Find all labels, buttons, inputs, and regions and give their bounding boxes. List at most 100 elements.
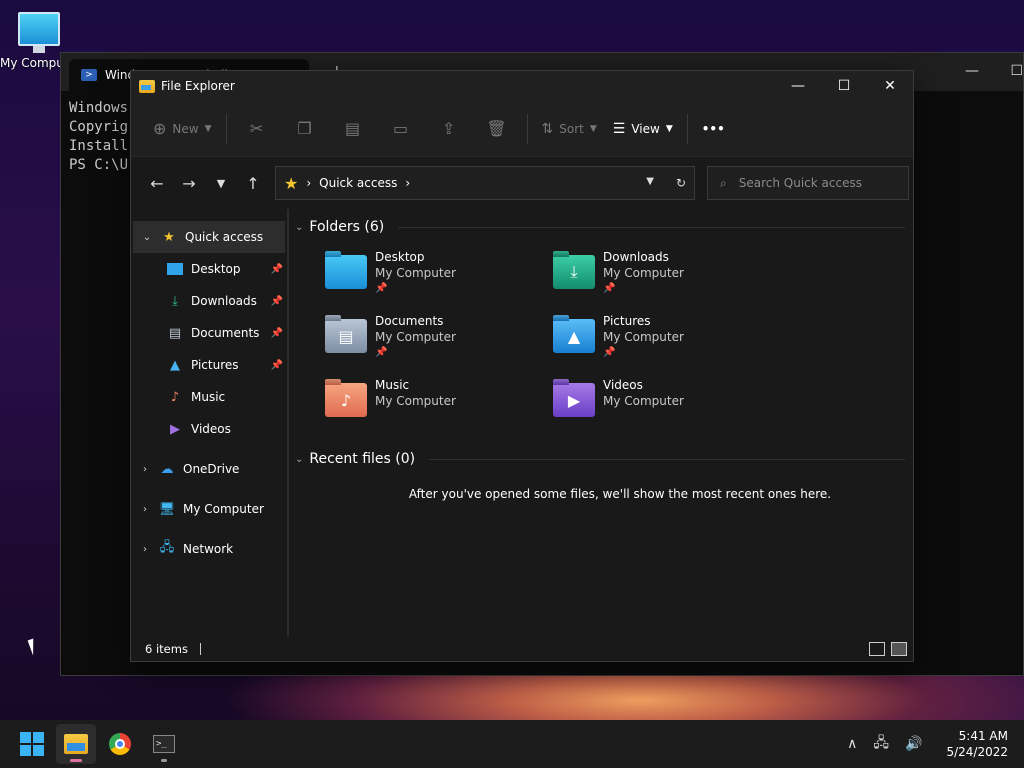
clock[interactable]: 5:41 AM 5/24/2022 (946, 728, 1008, 760)
item-count: 6 items (145, 642, 188, 656)
sidebar-item-pictures[interactable]: ▲ Pictures 📌 (131, 349, 287, 381)
running-indicator (161, 759, 167, 762)
taskbar-chrome[interactable] (100, 724, 140, 764)
chevron-down-icon[interactable]: ⌄ (133, 232, 161, 243)
sort-button[interactable]: ⇅ Sort ▼ (534, 113, 605, 145)
pin-icon: 📌 (603, 283, 616, 294)
maximize-button[interactable]: ☐ (821, 71, 867, 101)
minimize-icon[interactable]: — (965, 63, 979, 79)
search-input[interactable] (738, 176, 889, 190)
network-status-icon[interactable]: 🖧 (873, 732, 889, 756)
taskbar-file-explorer[interactable] (56, 724, 96, 764)
tiles-view-button[interactable] (891, 642, 907, 656)
recent-files-empty-message: After you've opened some files, we'll sh… (408, 487, 832, 501)
breadcrumb-quick-access[interactable]: Quick access (319, 176, 397, 190)
sidebar-item-my-computer[interactable]: › 🖥 My Computer (131, 493, 287, 525)
file-explorer-window[interactable]: File Explorer — ☐ ✕ ⊕ New ▼ ✂ ❐ ▤ ▭ ⇪ 🗑 … (130, 70, 914, 662)
close-button[interactable]: ✕ (867, 71, 913, 101)
pin-icon: 📌 (270, 359, 283, 371)
monitor-icon (18, 12, 60, 53)
window-title: File Explorer (161, 79, 235, 93)
chrome-icon (109, 733, 131, 755)
chevron-down-icon: ▼ (589, 123, 597, 134)
star-icon: ★ (163, 229, 175, 245)
sidebar-item-onedrive[interactable]: › ☁ OneDrive (131, 453, 287, 485)
folder-tile-videos[interactable]: ▶ Videos My Computer (553, 377, 781, 441)
more-options-button[interactable]: ••• (694, 113, 733, 145)
new-button[interactable]: ⊕ New ▼ (145, 113, 220, 145)
chevron-right-icon[interactable]: › (131, 544, 159, 555)
folder-location: My Computer (375, 330, 456, 344)
delete-button[interactable]: 🗑 (473, 113, 521, 145)
sidebar-item-label: Network (183, 542, 234, 556)
details-view-button[interactable] (869, 642, 885, 656)
windows-logo-icon (20, 732, 44, 756)
sidebar-item-documents[interactable]: ▤ Documents 📌 (131, 317, 287, 349)
pin-icon: 📌 (603, 347, 616, 358)
folder-tile-downloads[interactable]: ⤓ Downloads My Computer 📌 (553, 249, 781, 313)
address-bar[interactable]: ★ › Quick access › ▼ ↻ (275, 166, 695, 200)
folder-tile-documents[interactable]: ▤ Documents My Computer 📌 (325, 313, 553, 377)
taskbar-terminal[interactable]: >_ (144, 724, 184, 764)
back-button[interactable]: ← (141, 174, 173, 193)
explorer-titlebar[interactable]: File Explorer — ☐ ✕ (131, 71, 913, 101)
content-pane: ⌄ Folders (6) Desktop My Computer 📌 ⤓ Do… (289, 209, 913, 637)
taskbar: >_ ∧ 🖧 🔊 5:41 AM 5/24/2022 (0, 720, 1024, 768)
up-button[interactable]: ↑ (237, 174, 269, 193)
paste-button[interactable]: ▤ (329, 113, 377, 145)
minimize-button[interactable]: — (775, 71, 821, 101)
sidebar-item-music[interactable]: ♪ Music (131, 381, 287, 413)
search-box[interactable]: ⌕ (707, 166, 909, 200)
folder-tile-desktop[interactable]: Desktop My Computer 📌 (325, 249, 553, 313)
chevron-right-icon[interactable]: › (131, 464, 159, 475)
address-history-button[interactable]: ▼ (646, 176, 654, 190)
navigation-bar: ← → ▼ ↑ ★ › Quick access › ▼ ↻ ⌕ (131, 157, 913, 209)
maximize-icon[interactable]: ☐ (1010, 63, 1023, 79)
recent-files-section-header[interactable]: ⌄ Recent files (0) (295, 441, 905, 477)
sidebar-item-label: Quick access (185, 230, 264, 244)
minimize-icon: — (791, 78, 805, 94)
folder-tile-music[interactable]: ♪ Music My Computer (325, 377, 553, 441)
view-list-icon: ☰ (612, 120, 626, 137)
chevron-down-icon: ▼ (204, 123, 212, 134)
chevron-right-icon[interactable]: › (131, 504, 159, 515)
rename-button[interactable]: ▭ (377, 113, 425, 145)
arrow-left-icon: ← (150, 173, 164, 193)
downloads-folder-icon: ⤓ (553, 255, 595, 289)
sidebar-item-label: My Computer (183, 502, 264, 516)
clock-time: 5:41 AM (958, 729, 1008, 743)
sort-icon: ⇅ (541, 120, 554, 137)
copy-button[interactable]: ❐ (281, 113, 329, 145)
arrow-up-icon: ↑ (246, 173, 260, 193)
share-icon: ⇪ (441, 119, 456, 138)
command-bar: ⊕ New ▼ ✂ ❐ ▤ ▭ ⇪ 🗑 ⇅ Sort ▼ ☰ View ▼ ••… (131, 101, 913, 157)
forward-button[interactable]: → (173, 174, 205, 193)
refresh-icon[interactable]: ↻ (676, 176, 686, 190)
view-button[interactable]: ☰ View ▼ (605, 113, 681, 145)
sidebar-item-desktop[interactable]: Desktop 📌 (131, 253, 287, 285)
start-button[interactable] (12, 724, 52, 764)
chevron-down-icon: ⌄ (295, 221, 304, 233)
trash-icon: 🗑 (486, 119, 507, 138)
sidebar-item-network[interactable]: › 🖧 Network (131, 533, 287, 565)
clock-date: 5/24/2022 (946, 745, 1008, 759)
volume-icon[interactable]: 🔊 (905, 736, 922, 752)
sidebar-item-downloads[interactable]: ⤓ Downloads 📌 (131, 285, 287, 317)
chevron-up-icon[interactable]: ∧ (847, 736, 857, 752)
share-button[interactable]: ⇪ (425, 113, 473, 145)
sidebar-item-videos[interactable]: ▶ Videos (131, 413, 287, 445)
folder-name: Downloads (603, 250, 669, 264)
sidebar-item-quick-access[interactable]: ⌄ ★ Quick access (133, 221, 285, 253)
document-icon: ▤ (168, 325, 182, 341)
view-label: View (631, 121, 660, 136)
folder-tile-pictures[interactable]: ▲ Pictures My Computer 📌 (553, 313, 781, 377)
folders-section-header[interactable]: ⌄ Folders (6) (295, 209, 905, 245)
cut-button[interactable]: ✂ (233, 113, 281, 145)
section-divider (398, 226, 905, 228)
recent-locations-button[interactable]: ▼ (205, 177, 237, 190)
powershell-icon: > (81, 69, 97, 81)
chevron-down-icon: ▼ (216, 176, 226, 190)
desktop-folder-icon (325, 255, 367, 289)
sidebar-item-label: Desktop (191, 262, 241, 276)
pictures-folder-icon: ▲ (553, 319, 595, 353)
